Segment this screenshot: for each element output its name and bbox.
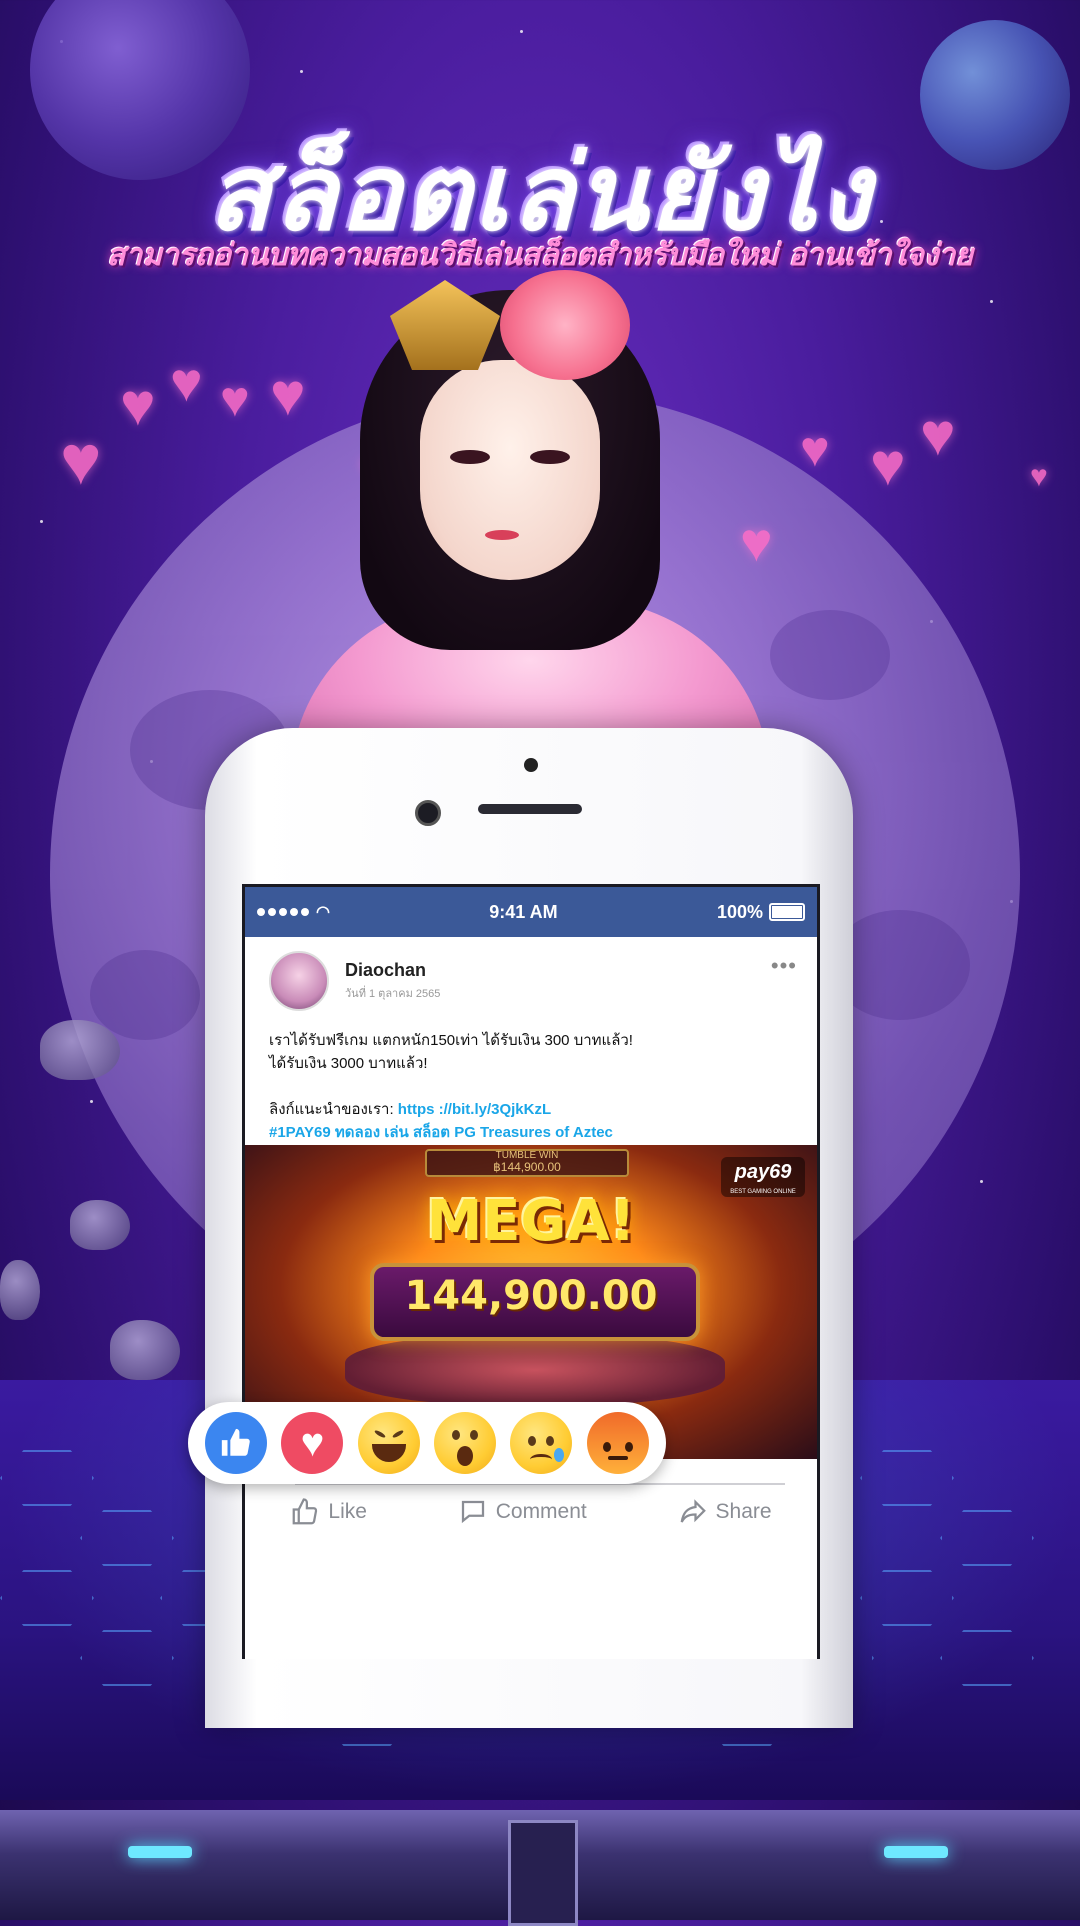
reactions-bar: ♥ [188,1402,666,1484]
phone-screen: ◠ 9:41 AM 100% Diaochan วันที่ 1 ตุลาคม … [242,884,820,1659]
wow-reaction-icon[interactable] [434,1412,497,1474]
status-bar: ◠ 9:41 AM 100% [245,887,817,937]
post-author[interactable]: Diaochan [345,960,440,981]
post-hashtag[interactable]: #1PAY69 ทดลอง เล่น สล็อต PG Treasures of… [269,1121,793,1144]
stage-light-right [884,1846,948,1858]
post-body: เราได้รับฟรีเกม แตกหนัก150เท่า ได้รับเงิ… [245,1011,817,1144]
like-reaction-icon[interactable] [205,1412,268,1474]
heart-icon: ♥ [1030,460,1048,493]
character-illustration [250,270,810,800]
heart-icon: ♥ [170,351,203,413]
battery-percent: 100% [716,901,763,922]
angry-reaction-icon[interactable] [586,1412,649,1474]
like-label: Like [328,1500,367,1523]
post-text-line-1: เราได้รับฟรีเกม แตกหนัก150เท่า ได้รับเงิ… [269,1032,633,1049]
comment-label: Comment [495,1500,587,1523]
haha-reaction-icon[interactable] [357,1412,420,1474]
comment-icon [461,1500,484,1524]
stage-center-post [508,1820,578,1926]
tumble-win-value: ฿144,900.00 [493,1160,561,1174]
asteroid [110,1320,180,1380]
battery-icon [769,903,805,921]
tumble-win-banner: TUMBLE WIN ฿144,900.00 [425,1149,629,1177]
status-time: 9:41 AM [489,901,558,922]
love-reaction-icon[interactable]: ♥ [281,1412,344,1474]
wifi-icon: ◠ [316,904,330,921]
heart-icon: ♥ [220,371,250,427]
avatar[interactable] [269,951,329,1011]
post-text-line-2: ได้รับเงิน 3000 บาทแล้ว! [269,1055,428,1072]
heart-icon: ♥ [870,431,906,498]
share-icon [680,1499,706,1523]
asteroid [40,1020,120,1080]
heart-icon: ♥ [60,421,102,499]
signal-icon: ◠ [257,902,330,922]
sad-reaction-icon[interactable] [510,1412,573,1474]
mega-win-headline: MEGA! [426,1189,636,1254]
asteroid [70,1200,130,1250]
phone-speaker [478,804,582,814]
win-amount: 144,900.00 [404,1273,658,1319]
comment-button[interactable]: Comment [458,1497,587,1527]
post-header: Diaochan วันที่ 1 ตุลาคม 2565 ••• [245,937,817,1011]
share-label: Share [715,1500,772,1523]
banner-subtitle: สามารถอ่านบทความสอนวิธีเล่นสล็อตสำหรับมื… [107,238,973,273]
post-date: วันที่ 1 ตุลาคม 2565 [345,988,441,1000]
gem-pile [345,1335,725,1405]
heart-icon: ♥ [920,401,956,468]
thumbs-up-icon [293,1498,318,1525]
more-options-icon[interactable]: ••• [771,953,797,979]
stage-light-left [128,1846,192,1858]
phone-front-camera [415,800,441,826]
asteroid [0,1260,40,1320]
post-actions: Like Comment Share [245,1497,817,1527]
share-button[interactable]: Share [678,1497,772,1527]
like-button[interactable]: Like [290,1497,367,1527]
post-link-label: ลิงก์แนะนำของเรา: [269,1101,398,1118]
heart-icon: ♥ [120,371,156,438]
phone-top-sensor [524,758,538,772]
post-link[interactable]: https ://bit.ly/3QjkKzL [398,1101,551,1118]
